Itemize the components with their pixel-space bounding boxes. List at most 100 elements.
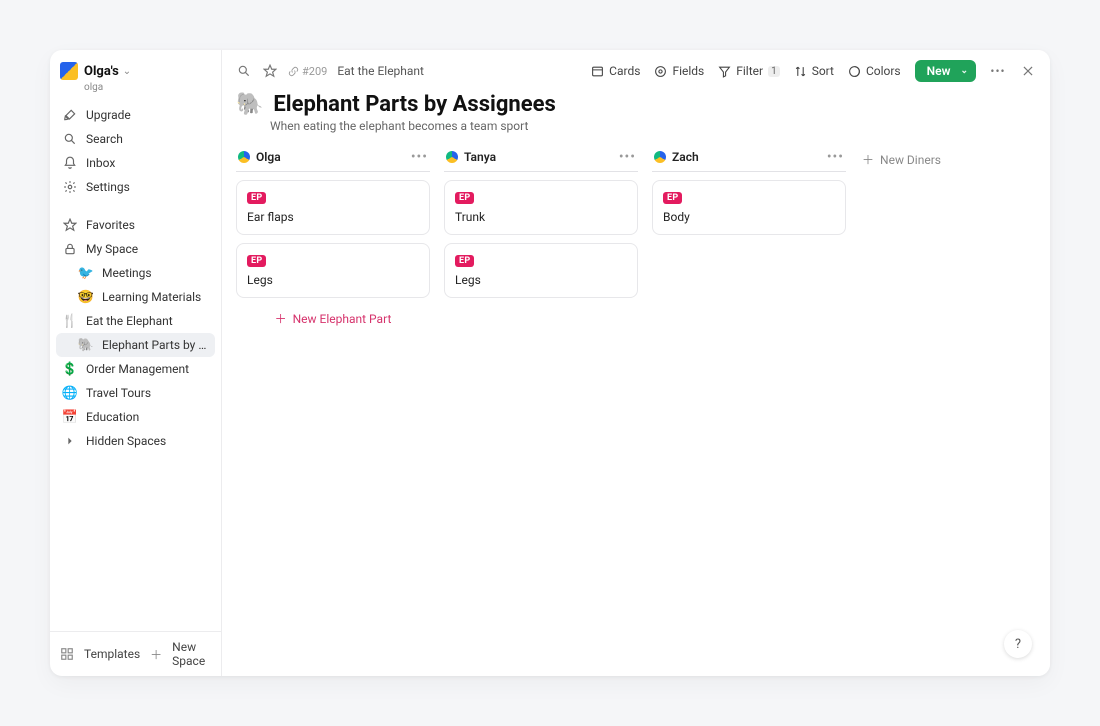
nav-label: Education (86, 410, 139, 424)
globe-icon: 🌐 (62, 385, 78, 401)
workspace-handle: olga (50, 82, 221, 101)
avatar-icon (238, 151, 250, 163)
column-header[interactable]: Olga ••• (236, 145, 430, 172)
view-cards-button[interactable]: Cards (591, 64, 640, 78)
bell-icon (62, 155, 78, 171)
nav-favorites[interactable]: Favorites (56, 213, 215, 237)
page-title-row: 🐘 Elephant Parts by Assignees (222, 88, 1050, 119)
column-title: Olga (256, 150, 405, 164)
card[interactable]: EP Ear flaps (236, 180, 430, 235)
breadcrumb-title[interactable]: Eat the Elephant (337, 64, 424, 78)
bird-icon: 🐦 (78, 265, 94, 281)
nav-search[interactable]: Search (56, 127, 215, 151)
toolbar-label: Filter (736, 64, 763, 78)
nav-label: Meetings (102, 266, 152, 280)
card[interactable]: EP Body (652, 180, 846, 235)
toolbar-label: Sort (812, 64, 834, 78)
nav-inbox[interactable]: Inbox (56, 151, 215, 175)
elephant-icon: 🐘 (78, 337, 94, 353)
nav-eat-elephant[interactable]: 🍴 Eat the Elephant (56, 309, 215, 333)
nav-my-space[interactable]: My Space (56, 237, 215, 261)
nav-settings[interactable]: Settings (56, 175, 215, 199)
nav-label: My Space (86, 242, 138, 256)
add-column-button[interactable]: ＋ New Diners (860, 145, 943, 174)
search-icon[interactable] (236, 63, 252, 79)
nav-hidden-spaces[interactable]: Hidden Spaces (56, 429, 215, 453)
column-header[interactable]: Tanya ••• (444, 145, 638, 172)
page-title[interactable]: Elephant Parts by Assignees (273, 92, 555, 117)
breadcrumb-id-text: #209 (302, 65, 327, 78)
gear-icon (62, 179, 78, 195)
star-icon[interactable] (262, 63, 278, 79)
new-button[interactable]: New ⌄ (915, 60, 976, 82)
column-menu-icon[interactable]: ••• (827, 149, 844, 165)
lock-icon (62, 241, 78, 257)
search-icon (62, 131, 78, 147)
workspace-switcher[interactable]: Olga's ⌄ (50, 50, 221, 86)
sidebar-footer: Templates ＋ New Space (50, 631, 221, 676)
card-tag: EP (247, 192, 266, 204)
avatar-icon (654, 151, 666, 163)
new-space-button[interactable]: New Space (172, 640, 211, 668)
more-icon[interactable]: ••• (990, 63, 1006, 79)
nav-order-management[interactable]: 💲 Order Management (56, 357, 215, 381)
new-button-label: New (927, 64, 951, 78)
fields-button[interactable]: Fields (654, 64, 704, 78)
add-card-label: New Elephant Part (293, 312, 392, 326)
column-header[interactable]: Zach ••• (652, 145, 846, 172)
column-title: Zach (672, 150, 821, 164)
star-icon (62, 217, 78, 233)
nav-label: Hidden Spaces (86, 434, 166, 448)
nerd-icon: 🤓 (78, 289, 94, 305)
breadcrumb-id[interactable]: #209 (288, 65, 327, 78)
card-tag: EP (455, 255, 474, 267)
chevron-down-icon: ⌄ (960, 66, 968, 76)
nav-upgrade[interactable]: Upgrade (56, 103, 215, 127)
card-tag: EP (663, 192, 682, 204)
sort-button[interactable]: Sort (794, 64, 834, 78)
card[interactable]: EP Legs (236, 243, 430, 298)
card-tag: EP (247, 255, 266, 267)
board-column: Zach ••• EP Body (652, 145, 846, 243)
toolbar-label: Fields (672, 64, 704, 78)
page-emoji[interactable]: 🐘 (236, 92, 263, 117)
card-tag: EP (455, 192, 474, 204)
column-menu-icon[interactable]: ••• (619, 149, 636, 165)
card-title: Legs (247, 273, 419, 287)
filter-count-badge: 1 (768, 66, 780, 77)
main-panel: #209 Eat the Elephant Cards Fields Filte… (222, 50, 1050, 676)
calendar-icon: 📅 (62, 409, 78, 425)
filter-button[interactable]: Filter 1 (718, 64, 779, 78)
add-card-button[interactable]: ＋ New Elephant Part (236, 306, 430, 331)
board-column: Tanya ••• EP Trunk EP Legs (444, 145, 638, 306)
topbar: #209 Eat the Elephant Cards Fields Filte… (222, 50, 1050, 88)
add-column-label: New Diners (880, 153, 941, 167)
card-title: Legs (455, 273, 627, 287)
card[interactable]: EP Trunk (444, 180, 638, 235)
sidebar: Olga's ⌄ olga Upgrade Search Inbox Setti… (50, 50, 222, 676)
chevron-down-icon: ⌄ (123, 66, 131, 77)
nav-label: Order Management (86, 362, 189, 376)
nav-label: Search (86, 132, 123, 146)
help-icon: ? (1015, 637, 1021, 652)
card[interactable]: EP Legs (444, 243, 638, 298)
nav-meetings[interactable]: 🐦 Meetings (56, 261, 215, 285)
close-icon[interactable] (1020, 63, 1036, 79)
colors-button[interactable]: Colors (848, 64, 901, 78)
nav-education[interactable]: 📅 Education (56, 405, 215, 429)
card-title: Trunk (455, 210, 627, 224)
nav-label: Travel Tours (86, 386, 151, 400)
help-button[interactable]: ? (1004, 630, 1032, 658)
nav-learning[interactable]: 🤓 Learning Materials (56, 285, 215, 309)
dollar-icon: 💲 (62, 361, 78, 377)
nav-elephant-parts[interactable]: 🐘 Elephant Parts by Ass... (56, 333, 215, 357)
app-window: Olga's ⌄ olga Upgrade Search Inbox Setti… (50, 50, 1050, 676)
nav-label: Settings (86, 180, 130, 194)
card-title: Body (663, 210, 835, 224)
rocket-icon (62, 107, 78, 123)
avatar-icon (446, 151, 458, 163)
column-title: Tanya (464, 150, 613, 164)
nav-travel-tours[interactable]: 🌐 Travel Tours (56, 381, 215, 405)
column-menu-icon[interactable]: ••• (411, 149, 428, 165)
templates-button[interactable]: Templates (84, 647, 140, 661)
